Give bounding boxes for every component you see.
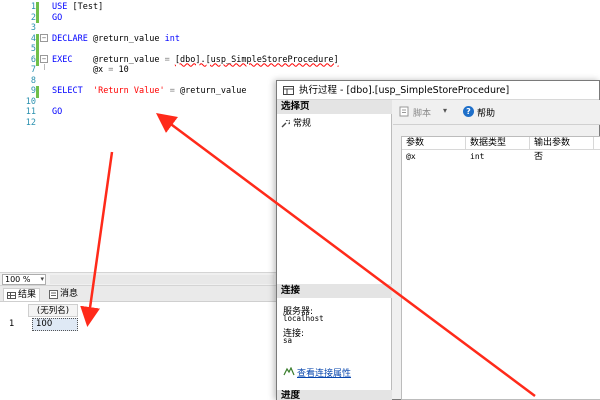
parameters-grid-header: 参数 数据类型 输出参数 (402, 137, 600, 150)
line-number: 7 (30, 65, 36, 75)
script-dropdown-icon[interactable]: ▾ (443, 106, 447, 115)
dialog-toolbar: 脚本 ▾ ? 帮助 (393, 100, 600, 124)
line-number: 12 (25, 117, 36, 128)
script-label: 脚本 (413, 109, 432, 119)
grid-icon (7, 292, 16, 299)
editor-status-bar: 100 % ▾ (0, 272, 278, 286)
connection-icon (283, 367, 295, 376)
sql-keyword: DECLARE (52, 33, 93, 44)
line-number: 8 (30, 75, 36, 86)
code-line[interactable]: GO (52, 13, 600, 24)
sql-token: @return_value (179, 86, 247, 96)
help-label: 帮助 (477, 109, 496, 119)
sql-keyword: GO (52, 107, 63, 117)
parameters-grid: 参数 数据类型 输出参数 @x int 否 (401, 136, 600, 400)
dialog-title-bar: 执行过程 - [dbo].[usp_SimpleStoreProcedure] (277, 81, 599, 100)
sql-token: 10 (118, 65, 129, 75)
script-icon (399, 106, 409, 117)
sql-token: [Test] (72, 2, 104, 12)
line-number: 10 (25, 96, 36, 107)
zoom-value: 100 % (5, 275, 31, 284)
wrench-icon (281, 120, 290, 128)
line-number: 6 (30, 54, 36, 65)
grid-cell[interactable]: 100 (32, 318, 78, 331)
code-line[interactable] (52, 23, 600, 34)
message-icon (49, 290, 58, 299)
line-number: 11 (25, 107, 36, 117)
sql-keyword: EXEC (52, 54, 93, 65)
sql-token: = (164, 86, 180, 96)
help-icon: ? (463, 106, 474, 117)
tab-results-label: 结果 (18, 290, 37, 300)
column-header-output[interactable]: 输出参数 (530, 137, 594, 150)
results-tab-strip: 结果 消息 (0, 286, 278, 302)
page-item-general[interactable]: 常规 (280, 118, 388, 130)
toolbar-divider (393, 124, 600, 125)
sql-keyword: GO (52, 12, 63, 23)
server-value: localhost (283, 314, 324, 323)
sql-token: @x (52, 65, 109, 75)
change-indicator (36, 34, 39, 66)
column-header-data-type[interactable]: 数据类型 (466, 137, 530, 150)
fold-toggle-icon[interactable]: − (40, 55, 48, 63)
code-line[interactable]: @x = 10 (52, 65, 600, 76)
fold-toggle-icon[interactable]: − (40, 34, 48, 42)
sql-token: @return_value (92, 33, 165, 44)
zoom-select[interactable]: 100 % ▾ (2, 274, 46, 285)
tab-messages-label: 消息 (60, 289, 79, 299)
fold-guide (44, 64, 45, 70)
line-number: 3 (30, 23, 36, 33)
view-connection-properties-link[interactable]: 查看连接属性 (283, 366, 351, 379)
sql-token: = (164, 54, 175, 65)
grid-column-header[interactable]: (无列名) (28, 304, 78, 317)
change-indicator (36, 86, 39, 98)
sql-keyword: SELECT (52, 86, 93, 96)
line-number: 2 (30, 12, 36, 23)
tab-messages[interactable]: 消息 (46, 288, 81, 301)
chevron-down-icon: ▾ (40, 275, 44, 283)
line-number: 4 (30, 33, 36, 44)
horizontal-scrollbar[interactable] (50, 275, 274, 284)
parameter-output-cell: 否 (534, 152, 544, 162)
code-line[interactable]: EXEC @return_value = [dbo].[usp_SimpleSt… (52, 55, 600, 66)
sql-token: = (108, 65, 119, 75)
dialog-title: 执行过程 - [dbo].[usp_SimpleStoreProcedure] (299, 85, 510, 96)
code-line[interactable]: DECLARE @return_value int (52, 34, 600, 45)
code-line[interactable] (52, 44, 600, 55)
view-connection-properties-label: 查看连接属性 (297, 369, 352, 379)
sql-keyword: USE (52, 2, 73, 12)
line-number: 9 (30, 86, 36, 96)
results-pane: 结果 消息 (无列名) 1 100 (0, 286, 278, 400)
grid-row-number: 1 (9, 319, 15, 329)
help-button[interactable]: ? 帮助 (463, 106, 495, 119)
connection-header: 连接 (277, 284, 392, 298)
line-numbers: 1 2 3 4 5 6 7 8 9 10 11 12 (0, 2, 36, 128)
tab-results[interactable]: 结果 (3, 288, 41, 301)
parameter-name-cell: @x (406, 152, 416, 161)
sql-token: @return_value (92, 54, 165, 65)
dialog-page-panel: 选择页 常规 连接 服务器: localhost 连接: sa 查看连接属性 进… (277, 100, 392, 400)
sql-object-name: [dbo].[usp_SimpleStoreProcedure] (174, 54, 339, 65)
execute-procedure-dialog: 执行过程 - [dbo].[usp_SimpleStoreProcedure] … (276, 80, 600, 400)
line-number: 5 (30, 44, 36, 54)
change-indicator (36, 2, 39, 23)
connection-value: sa (283, 336, 293, 345)
select-page-header: 选择页 (277, 100, 392, 114)
parameter-row[interactable]: @x int 否 (402, 151, 600, 163)
script-button[interactable]: 脚本 (399, 106, 431, 119)
line-number: 1 (30, 2, 36, 12)
sql-keyword: int (164, 33, 180, 44)
column-header-parameter[interactable]: 参数 (402, 137, 466, 150)
code-line[interactable]: USE [Test] (52, 2, 600, 13)
page-item-general-label: 常规 (293, 119, 312, 129)
parameter-type-cell: int (470, 152, 485, 161)
editor-gutter: 1 2 3 4 5 6 7 8 9 10 11 12 − − (0, 0, 48, 272)
sql-string: 'Return Value' (92, 86, 165, 96)
progress-header: 进度 (277, 390, 392, 400)
table-icon (283, 86, 294, 95)
